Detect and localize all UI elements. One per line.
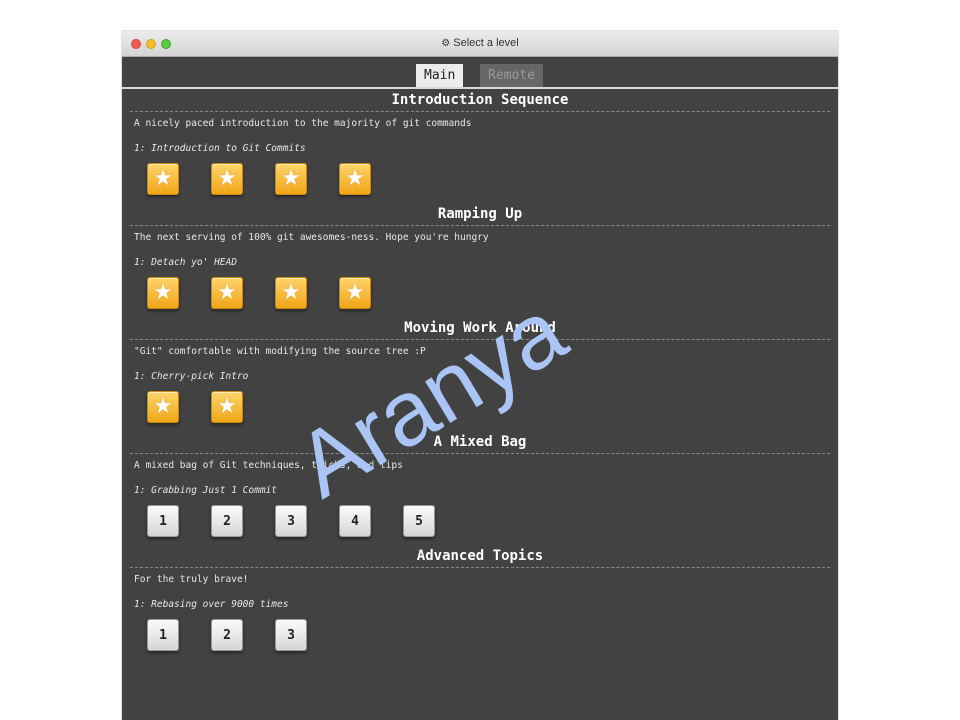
current-level-label: 1: Grabbing Just 1 Commit bbox=[134, 485, 277, 496]
section-description: The next serving of 100% git awesomes-ne… bbox=[134, 232, 489, 243]
completed-level-button[interactable]: ★ bbox=[339, 277, 371, 309]
gear-icon: ⚙ bbox=[441, 38, 451, 49]
level-button[interactable]: 2 bbox=[211, 619, 243, 651]
tab-remote[interactable]: Remote bbox=[480, 64, 543, 87]
level-button[interactable]: 1 bbox=[147, 505, 179, 537]
star-icon: ★ bbox=[153, 394, 173, 419]
completed-level-button[interactable]: ★ bbox=[339, 163, 371, 195]
star-icon: ★ bbox=[153, 280, 173, 305]
completed-level-button[interactable]: ★ bbox=[275, 163, 307, 195]
level-button[interactable]: 5 bbox=[403, 505, 435, 537]
level-section: A Mixed Bag A mixed bag of Git techniques… bbox=[122, 431, 838, 545]
completed-level-button[interactable]: ★ bbox=[275, 277, 307, 309]
current-level-label: 1: Cherry-pick Intro bbox=[134, 371, 249, 382]
level-button[interactable]: 3 bbox=[275, 505, 307, 537]
level-button[interactable]: 3 bbox=[275, 619, 307, 651]
level-button[interactable]: 2 bbox=[211, 505, 243, 537]
window-title-text: Select a level bbox=[453, 37, 519, 49]
section-description: A nicely paced introduction to the major… bbox=[134, 118, 472, 129]
level-sections: Introduction Sequence A nicely paced intr… bbox=[122, 89, 838, 659]
star-icon: ★ bbox=[217, 394, 237, 419]
star-icon: ★ bbox=[153, 166, 173, 191]
current-level-label: 1: Detach yo' HEAD bbox=[134, 257, 237, 268]
tab-bar: Main Remote bbox=[122, 57, 838, 89]
section-description: A mixed bag of Git techniques, tricks, a… bbox=[134, 460, 403, 471]
star-icon: ★ bbox=[281, 166, 301, 191]
completed-level-button[interactable]: ★ bbox=[211, 163, 243, 195]
section-title: Introduction Sequence bbox=[130, 89, 830, 112]
completed-level-button[interactable]: ★ bbox=[147, 277, 179, 309]
level-button[interactable]: 1 bbox=[147, 619, 179, 651]
star-icon: ★ bbox=[345, 166, 365, 191]
section-title: Ramping Up bbox=[130, 203, 830, 226]
level-section: Advanced Topics For the truly brave! 1: Re… bbox=[122, 545, 838, 659]
title-bar: ⚙ Select a level bbox=[122, 31, 838, 57]
level-section: Moving Work Around "Git" comfortable with… bbox=[122, 317, 838, 431]
star-icon: ★ bbox=[217, 166, 237, 191]
star-icon: ★ bbox=[281, 280, 301, 305]
window-title: ⚙ Select a level bbox=[122, 37, 838, 49]
level-buttons: ★ ★ ★ ★ bbox=[122, 277, 838, 317]
section-title: Advanced Topics bbox=[130, 545, 830, 568]
completed-level-button[interactable]: ★ bbox=[147, 163, 179, 195]
section-description: For the truly brave! bbox=[134, 574, 249, 585]
section-title: A Mixed Bag bbox=[130, 431, 830, 454]
level-buttons: ★ ★ ★ ★ bbox=[122, 163, 838, 203]
section-title: Moving Work Around bbox=[130, 317, 830, 340]
star-icon: ★ bbox=[345, 280, 365, 305]
section-description: "Git" comfortable with modifying the sou… bbox=[134, 346, 426, 357]
level-buttons: ★ ★ bbox=[122, 391, 838, 431]
completed-level-button[interactable]: ★ bbox=[211, 391, 243, 423]
level-section: Ramping Up The next serving of 100% git a… bbox=[122, 203, 838, 317]
tab-main[interactable]: Main bbox=[416, 64, 464, 87]
level-button[interactable]: 4 bbox=[339, 505, 371, 537]
current-level-label: 1: Rebasing over 9000 times bbox=[134, 599, 289, 610]
level-select-window: ⚙ Select a level Main Remote Introduction… bbox=[122, 31, 838, 720]
current-level-label: 1: Introduction to Git Commits bbox=[134, 143, 306, 154]
level-section: Introduction Sequence A nicely paced intr… bbox=[122, 89, 838, 203]
level-buttons: 123 bbox=[122, 619, 838, 659]
completed-level-button[interactable]: ★ bbox=[211, 277, 243, 309]
star-icon: ★ bbox=[217, 280, 237, 305]
completed-level-button[interactable]: ★ bbox=[147, 391, 179, 423]
level-buttons: 12345 bbox=[122, 505, 838, 545]
